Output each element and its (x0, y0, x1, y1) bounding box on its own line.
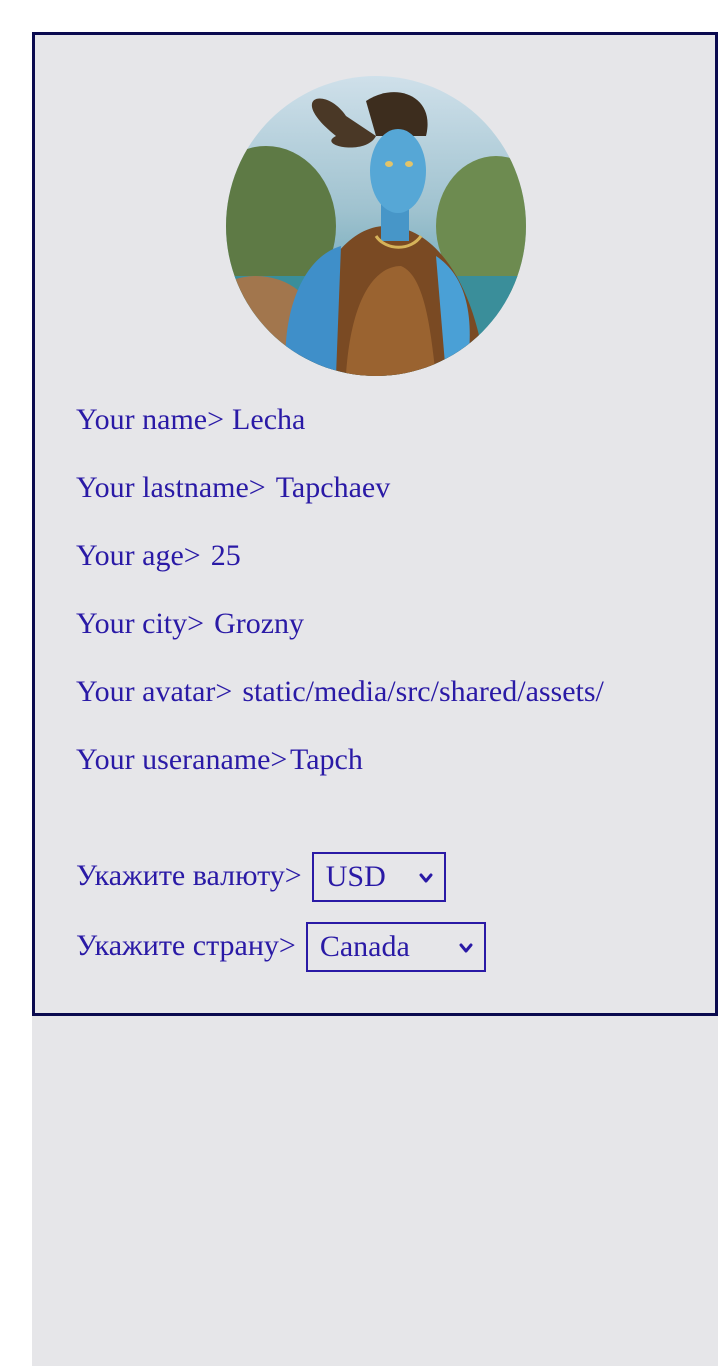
lastname-row: Your lastname> Tapchaev (76, 464, 390, 512)
country-label: Укажите страну> (76, 929, 296, 962)
name-value: Lecha (232, 403, 306, 436)
city-label: Your city> (76, 607, 205, 640)
country-row: Укажите страну> Canada (76, 922, 486, 972)
chevron-down-icon (419, 873, 433, 883)
avatar-path-value: static/media/src/shared/assets/ (242, 675, 604, 708)
name-row: Your name> Lecha (76, 396, 305, 444)
lastname-value: Tapchaev (275, 471, 391, 504)
profile-card: Your name> Lecha Your lastname> Tapchaev… (32, 32, 718, 1016)
avatar-path-row: Your avatar> static/media/src/shared/ass… (76, 668, 626, 716)
city-row: Your city> Grozny (76, 600, 304, 648)
avatar-path-label: Your avatar> (76, 675, 233, 708)
username-row: Your useraname> Tapch (76, 736, 363, 784)
currency-row: Укажите валюту> USD (76, 852, 446, 902)
age-row: Your age> 25 (76, 532, 241, 580)
chevron-down-icon (459, 943, 473, 953)
username-label: Your useraname> (76, 743, 288, 776)
avatar (226, 76, 526, 376)
currency-selected-value: USD (325, 860, 386, 893)
avatar-image (226, 76, 526, 376)
currency-select[interactable]: USD (311, 852, 446, 902)
age-label: Your age> (76, 539, 201, 572)
country-select[interactable]: Canada (305, 922, 486, 972)
city-value: Grozny (214, 607, 305, 640)
lastname-label: Your lastname> (76, 471, 266, 504)
name-label: Your name> (76, 403, 225, 436)
age-value: 25 (210, 539, 241, 572)
currency-label: Укажите валюту> (76, 859, 302, 892)
username-value: Tapch (290, 743, 363, 776)
country-selected-value: Canada (319, 930, 410, 963)
